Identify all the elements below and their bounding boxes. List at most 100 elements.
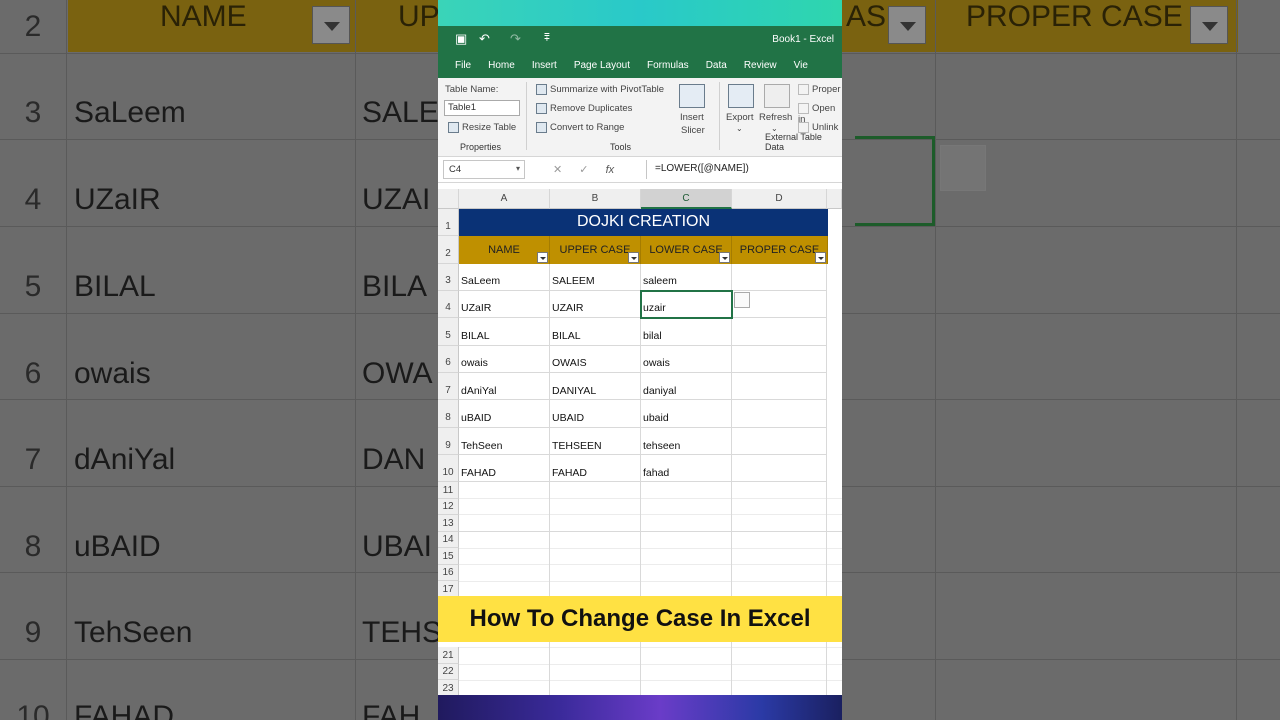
column-header-b[interactable]: B (550, 189, 641, 209)
column-header-c[interactable]: C (641, 189, 732, 209)
column-header-d[interactable]: D (732, 189, 827, 209)
tab-page-layout[interactable]: Page Layout (574, 60, 630, 71)
cell-a3[interactable]: SaLeem (459, 264, 550, 291)
tab-file[interactable]: File (455, 60, 471, 71)
cell-b7[interactable]: DANIYAL (550, 373, 641, 400)
cell-c6[interactable]: owais (641, 346, 732, 373)
bg-row-number: 5 (24, 270, 42, 303)
row-number[interactable]: 12 (438, 499, 459, 515)
cell-c9[interactable]: tehseen (641, 428, 732, 455)
cell-d6[interactable] (732, 346, 827, 373)
filter-dropdown-icon[interactable] (628, 252, 639, 263)
row-number[interactable]: 15 (438, 548, 459, 565)
export-button[interactable]: Export (726, 112, 753, 123)
filter-dropdown-icon[interactable] (815, 252, 826, 263)
tab-view[interactable]: Vie (794, 60, 808, 71)
cell-a6[interactable]: owais (459, 346, 550, 373)
row-number[interactable]: 14 (438, 532, 459, 548)
cell-a10[interactable]: FAHAD (459, 455, 550, 482)
cell-c10[interactable]: fahad (641, 455, 732, 482)
cell-a9[interactable]: TehSeen (459, 428, 550, 455)
row-number[interactable]: 21 (438, 647, 459, 664)
cell-a5[interactable]: BILAL (459, 318, 550, 346)
properties-button[interactable]: Proper (798, 84, 841, 95)
header-name[interactable]: NAME (459, 236, 550, 264)
header-proper-case[interactable]: PROPER CASE (732, 236, 828, 264)
header-lower-case[interactable]: LOWER CASE (641, 236, 732, 264)
cell-b8[interactable]: UBAID (550, 400, 641, 428)
cancel-icon[interactable]: ✕ (553, 164, 562, 176)
row-number[interactable]: 3 (438, 264, 459, 291)
header-upper-case[interactable]: UPPER CASE (550, 236, 641, 264)
customize-toolbar-icon[interactable]: ⩱ (544, 32, 550, 45)
row-number[interactable]: 6 (438, 346, 459, 373)
row-number[interactable]: 4 (438, 291, 459, 318)
column-header-a[interactable]: A (459, 189, 550, 209)
cell-a4[interactable]: UZaIR (459, 291, 550, 318)
row-number[interactable]: 16 (438, 565, 459, 581)
row-number[interactable]: 11 (438, 482, 459, 499)
tab-data[interactable]: Data (706, 60, 727, 71)
save-icon[interactable]: ▣ (455, 32, 467, 45)
tab-formulas[interactable]: Formulas (647, 60, 689, 71)
tab-review[interactable]: Review (744, 60, 777, 71)
filter-dropdown-icon[interactable] (537, 252, 548, 263)
export-dropdown-icon[interactable]: ⌄ (736, 124, 743, 133)
row-number[interactable]: 10 (438, 455, 459, 482)
export-icon[interactable] (728, 84, 754, 108)
cell-c3[interactable]: saleem (641, 264, 732, 291)
convert-to-range-button[interactable]: Convert to Range (536, 122, 624, 133)
cell-b5[interactable]: BILAL (550, 318, 641, 346)
row-number[interactable]: 1 (438, 209, 459, 236)
cell-b9[interactable]: TEHSEEN (550, 428, 641, 455)
cell-a7[interactable]: dAniYal (459, 373, 550, 400)
undo-icon[interactable]: ↶ (479, 32, 490, 45)
cell-d5[interactable] (732, 318, 827, 346)
row-number[interactable]: 8 (438, 400, 459, 428)
cell-b6[interactable]: OWAIS (550, 346, 641, 373)
cell-d10[interactable] (732, 455, 827, 482)
name-box-dropdown-icon[interactable]: ▾ (516, 164, 520, 173)
cell-d9[interactable] (732, 428, 827, 455)
cell-d7[interactable] (732, 373, 827, 400)
quick-analysis-icon[interactable] (734, 292, 750, 308)
table-name-input[interactable]: Table1 (444, 100, 520, 116)
row-number[interactable]: 2 (438, 236, 459, 264)
cell-b3[interactable]: SALEEM (550, 264, 641, 291)
cell-c8[interactable]: ubaid (641, 400, 732, 428)
insert-slicer-label-2[interactable]: Slicer (681, 125, 705, 136)
redo-icon[interactable]: ↷ (510, 32, 521, 45)
column-header-e[interactable] (827, 189, 842, 209)
active-cell-c4[interactable] (640, 290, 733, 319)
cell-d3[interactable] (732, 264, 827, 291)
refresh-icon[interactable] (764, 84, 790, 108)
tab-insert[interactable]: Insert (532, 60, 557, 71)
row-number[interactable]: 5 (438, 318, 459, 346)
row-number[interactable]: 9 (438, 428, 459, 455)
refresh-button[interactable]: Refresh (759, 112, 792, 123)
cell-b10[interactable]: FAHAD (550, 455, 641, 482)
insert-slicer-icon[interactable] (679, 84, 705, 108)
row-number[interactable]: 22 (438, 664, 459, 680)
filter-dropdown-icon[interactable] (719, 252, 730, 263)
cell-a8[interactable]: uBAID (459, 400, 550, 428)
name-box[interactable]: C4 ▾ (443, 160, 525, 179)
cell-d8[interactable] (732, 400, 827, 428)
remove-duplicates-button[interactable]: Remove Duplicates (536, 103, 632, 114)
select-all-corner[interactable] (438, 189, 459, 209)
cell-c5[interactable]: bilal (641, 318, 732, 346)
insert-slicer-label-1[interactable]: Insert (680, 112, 704, 123)
row-number[interactable]: 13 (438, 515, 459, 532)
row-number[interactable]: 7 (438, 373, 459, 400)
sheet-title[interactable]: DOJKI CREATION (459, 209, 828, 236)
bg-filter-icon (888, 6, 926, 44)
insert-function-icon[interactable]: fx (606, 164, 615, 176)
formula-input[interactable]: =LOWER([@NAME]) (646, 160, 842, 179)
enter-icon[interactable]: ✓ (579, 164, 588, 176)
bg-upper-cell: SALE (362, 96, 439, 129)
summarize-pivot-button[interactable]: Summarize with PivotTable (536, 84, 664, 95)
resize-table-button[interactable]: Resize Table (448, 122, 516, 133)
tab-home[interactable]: Home (488, 60, 515, 71)
cell-b4[interactable]: UZAIR (550, 291, 641, 318)
cell-c7[interactable]: daniyal (641, 373, 732, 400)
